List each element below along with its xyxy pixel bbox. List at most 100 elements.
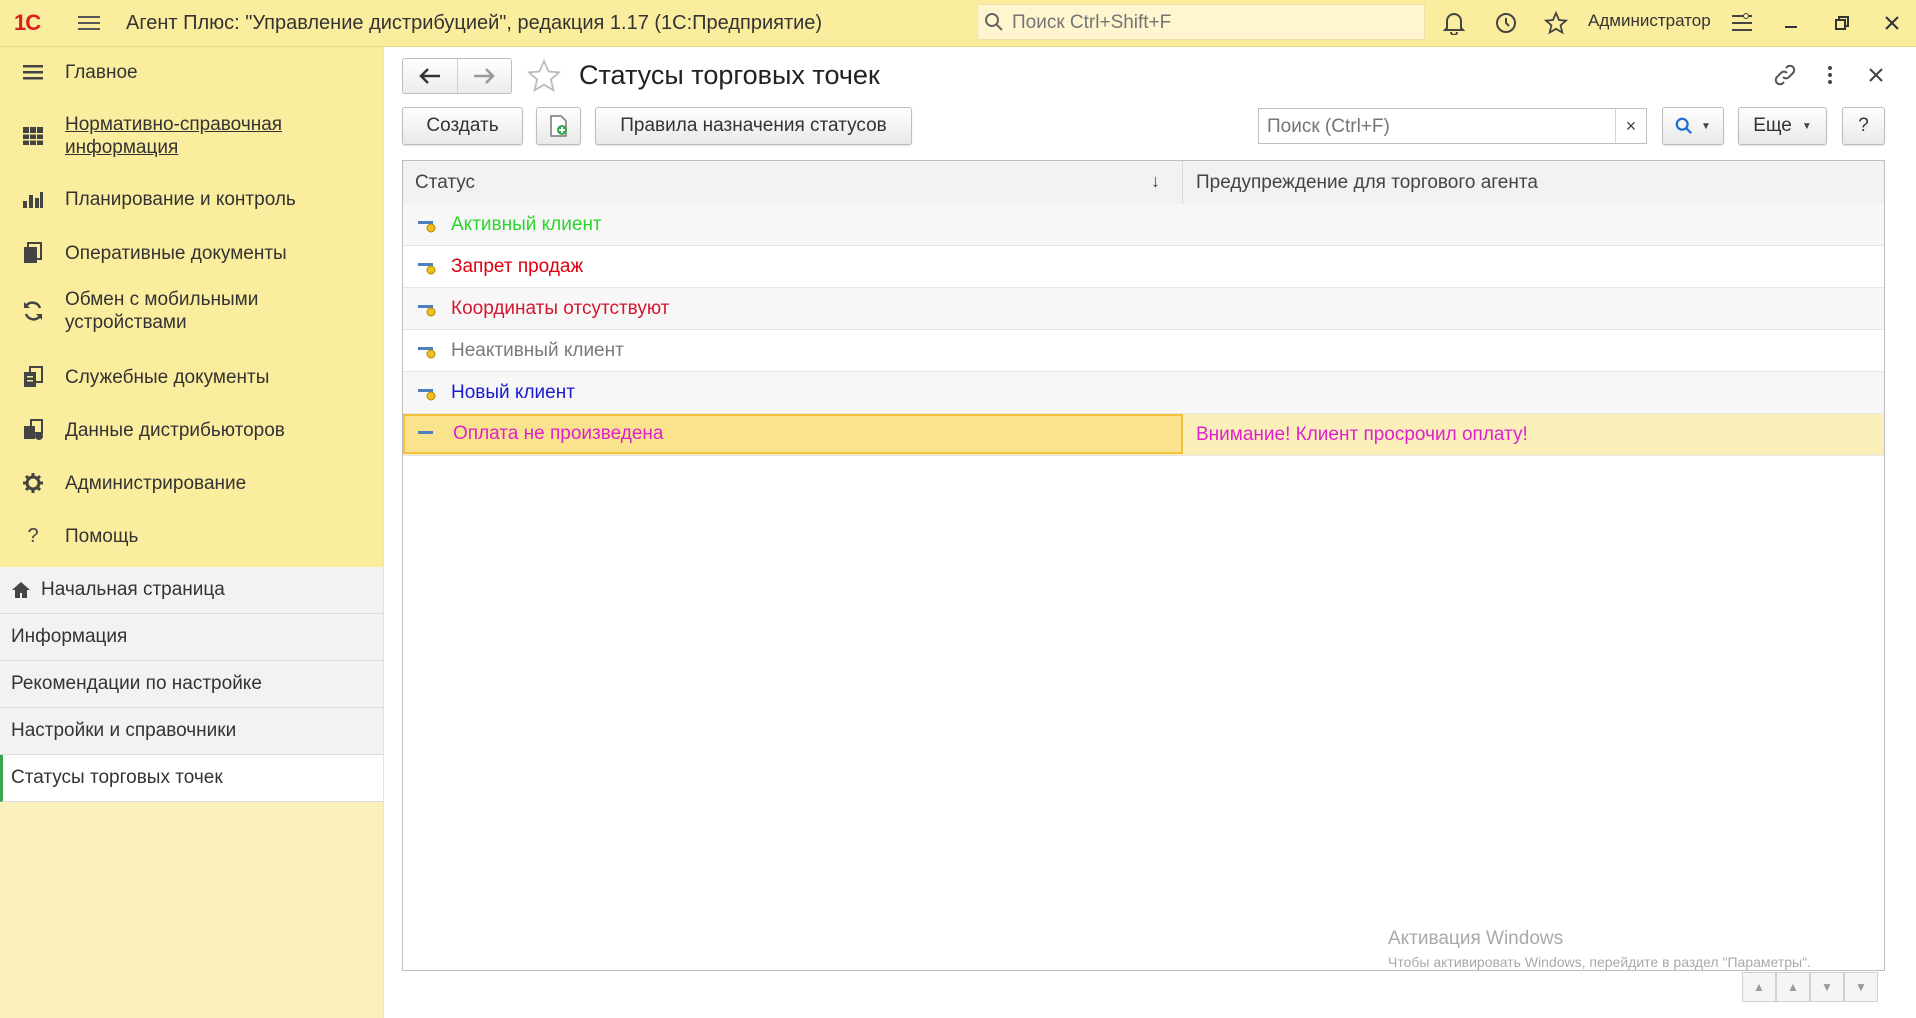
question-icon: ? — [27, 524, 39, 547]
open-window-info[interactable]: Информация — [0, 614, 383, 661]
grid-icon — [20, 123, 46, 149]
table-row-selected[interactable]: Оплата не произведена Внимание! Клиент п… — [403, 414, 1884, 456]
warning-cell[interactable] — [1184, 246, 1884, 287]
current-user[interactable]: Администратор — [1588, 11, 1711, 31]
status-cell[interactable]: Новый клиент — [403, 372, 1183, 413]
catalog-item-icon — [417, 301, 437, 317]
chevron-down-icon: ▼ — [1801, 120, 1812, 132]
section-label: Оперативные документы — [65, 242, 287, 264]
forward-button[interactable] — [456, 59, 512, 93]
status-cell[interactable]: Активный клиент — [403, 204, 1183, 245]
warning-cell[interactable] — [1184, 288, 1884, 329]
search-icon — [984, 12, 1004, 37]
status-rules-button[interactable]: Правила назначения статусов — [595, 107, 912, 145]
table-row[interactable]: Новый клиент — [403, 372, 1884, 414]
scroll-page-up-button[interactable]: ▲ — [1776, 972, 1810, 1002]
favorites-star-icon[interactable] — [1542, 9, 1570, 37]
watermark-title: Активация Windows — [1388, 928, 1564, 949]
search-options-button[interactable]: ▼ — [1662, 107, 1724, 145]
more-button[interactable]: Еще ▼ — [1738, 107, 1827, 145]
section-service-docs[interactable]: Служебные документы — [0, 355, 383, 399]
sidebar: Главное Нормативно-справочная информация… — [0, 47, 384, 1018]
status-cell[interactable]: Запрет продаж — [403, 246, 1183, 287]
column-header-status[interactable]: Статус ↓ — [403, 161, 1183, 204]
table-row[interactable]: Координаты отсутствуют — [403, 288, 1884, 330]
warning-cell[interactable] — [1184, 330, 1884, 371]
scroll-page-down-button[interactable]: ▼ — [1810, 972, 1844, 1002]
section-operational-docs[interactable]: Оперативные документы — [0, 231, 383, 275]
list-search[interactable]: × — [1258, 108, 1647, 144]
close-window-icon[interactable] — [1877, 8, 1907, 38]
documents-icon — [20, 240, 46, 266]
restore-icon[interactable] — [1827, 8, 1857, 38]
list-search-input[interactable] — [1265, 114, 1609, 140]
add-to-favorites-icon[interactable] — [525, 58, 563, 99]
scroll-to-top-button[interactable]: ▲ — [1742, 972, 1776, 1002]
app-logo: 1С — [14, 10, 41, 35]
section-mobile-exchange[interactable]: Обмен с мобильными устройствами — [0, 285, 383, 337]
section-label: Нормативно-справочная информация — [65, 114, 283, 158]
global-search-input[interactable] — [1010, 10, 1414, 36]
catalog-item-icon — [417, 343, 437, 359]
section-label: Обмен с мобильными устройствами — [65, 289, 259, 333]
navigation-buttons — [402, 58, 512, 94]
more-button-label: Еще — [1753, 115, 1792, 136]
warning-cell[interactable] — [1184, 372, 1884, 413]
table-row[interactable]: Запрет продаж — [403, 246, 1884, 288]
link-icon[interactable] — [1770, 60, 1800, 90]
chart-icon — [20, 186, 46, 212]
status-cell[interactable]: Неактивный клиент — [403, 330, 1183, 371]
settings-menu-icon[interactable] — [1727, 8, 1757, 38]
section-label: Администрирование — [65, 472, 247, 494]
scroll-to-bottom-button[interactable]: ▼ — [1844, 972, 1878, 1002]
distributor-data-icon — [20, 417, 46, 443]
open-window-label: Настройки и справочники — [11, 720, 237, 741]
table-row[interactable]: Неактивный клиент — [403, 330, 1884, 372]
global-search[interactable] — [977, 4, 1425, 40]
close-form-icon[interactable] — [1861, 60, 1891, 90]
gear-icon — [20, 470, 46, 496]
statuses-table: Статус ↓ Предупреждение для торгового аг… — [402, 160, 1885, 971]
windows-activation-watermark: Активация Windows Чтобы активировать Win… — [1388, 928, 1811, 970]
help-button[interactable]: ? — [1842, 107, 1885, 145]
open-window-label: Статусы торговых точек — [11, 767, 223, 788]
table-header: Статус ↓ Предупреждение для торгового аг… — [403, 161, 1884, 205]
open-window-recommendations[interactable]: Рекомендации по настройке — [0, 661, 383, 708]
app-title: Агент Плюс: "Управление дистрибуцией", р… — [126, 12, 823, 34]
table-row[interactable]: Активный клиент — [403, 204, 1884, 246]
status-cell[interactable]: Координаты отсутствуют — [403, 288, 1183, 329]
history-icon[interactable] — [1492, 9, 1520, 37]
add-document-icon — [549, 115, 569, 137]
open-window-settings[interactable]: Настройки и справочники — [0, 708, 383, 755]
back-button[interactable] — [403, 59, 457, 93]
status-cell[interactable]: Оплата не произведена — [403, 414, 1183, 454]
list-icon — [20, 60, 46, 86]
catalog-item-icon — [417, 427, 437, 443]
open-window-label: Начальная страница — [41, 579, 225, 600]
open-window-outlet-statuses[interactable]: Статусы торговых точек — [0, 755, 383, 802]
more-options-icon[interactable] — [1815, 60, 1845, 90]
warning-cell[interactable]: Внимание! Клиент просрочил оплату! — [1184, 414, 1884, 455]
bell-icon[interactable] — [1440, 9, 1468, 37]
section-planning[interactable]: Планирование и контроль — [0, 177, 383, 221]
create-by-copy-button[interactable] — [536, 107, 581, 145]
open-window-home[interactable]: Начальная страница — [0, 567, 383, 614]
chevron-down-icon: ▼ — [1701, 120, 1711, 132]
section-label: Данные дистрибьюторов — [65, 419, 285, 441]
section-reference-data[interactable]: Нормативно-справочная информация — [0, 110, 383, 162]
hamburger-menu-icon[interactable] — [78, 12, 100, 32]
sections-panel: Главное Нормативно-справочная информация… — [0, 47, 383, 567]
section-label: Служебные документы — [65, 366, 270, 388]
status-name: Запрет продаж — [451, 255, 584, 277]
status-name: Активный клиент — [451, 213, 602, 235]
create-button[interactable]: Создать — [402, 107, 523, 145]
list-scroll-buttons: ▲ ▲ ▼ ▼ — [1742, 972, 1878, 1002]
column-header-warning[interactable]: Предупреждение для торгового агента — [1184, 161, 1884, 204]
section-distributor-data[interactable]: Данные дистрибьюторов — [0, 408, 383, 452]
minimize-icon[interactable] — [1776, 8, 1806, 38]
section-help[interactable]: ? Помощь — [0, 514, 383, 558]
section-administration[interactable]: Администрирование — [0, 461, 383, 505]
clear-search-button[interactable]: × — [1615, 109, 1646, 143]
section-main[interactable]: Главное — [0, 47, 383, 98]
warning-cell[interactable] — [1184, 204, 1884, 245]
